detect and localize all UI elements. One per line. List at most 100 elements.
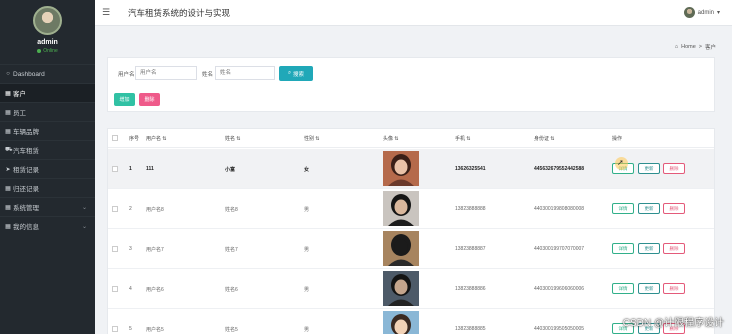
sidebar-username: admin xyxy=(37,39,58,46)
cell-phone: 13823888886 xyxy=(455,286,486,292)
sidebar-item-label: 归还记录 xyxy=(13,186,39,193)
circle-icon: ○ xyxy=(6,71,10,77)
col-username-label: 用户名 xyxy=(146,136,162,142)
cell-gender: 男 xyxy=(304,327,310,333)
sort-icon: ⇅ xyxy=(236,136,241,142)
sidebar-item-7[interactable]: ▦ 系统管理 ⌄ xyxy=(0,197,95,216)
cell-name: 姓名8 xyxy=(225,207,238,213)
name-search-input[interactable] xyxy=(215,66,275,80)
cell-name: 小富 xyxy=(225,167,236,173)
breadcrumb: ⌂ Home > 客户 xyxy=(675,43,716,51)
user-menu[interactable]: admin ▾ xyxy=(683,7,720,18)
menu-toggle-icon[interactable]: ☰ xyxy=(102,7,110,18)
watermark: CSDN @计限程序设计 xyxy=(622,318,724,329)
cell-username: 用户名8 xyxy=(146,207,164,213)
update-button[interactable]: 更新 xyxy=(638,203,660,214)
update-button[interactable]: 更新 xyxy=(638,243,660,254)
row-checkbox[interactable] xyxy=(112,326,118,332)
cell-id-card: 440300199505050005 xyxy=(534,326,585,332)
status-dot-icon xyxy=(37,49,42,53)
avatar-photo xyxy=(383,311,419,334)
cell-index: 1 xyxy=(129,166,132,172)
grid-icon: ▦ xyxy=(5,109,11,116)
cell-index: 2 xyxy=(129,206,132,212)
breadcrumb-home[interactable]: Home xyxy=(681,44,696,50)
cell-id-card: 440300199707070007 xyxy=(534,246,585,252)
col-gender-label: 性别 xyxy=(304,136,315,142)
search-icon: ⌕ xyxy=(287,70,292,76)
delete-button[interactable]: 删除 xyxy=(663,163,685,174)
avatar-photo xyxy=(383,151,419,186)
row-checkbox[interactable] xyxy=(112,246,118,252)
sidebar-item-1[interactable]: ▦ 客户 xyxy=(0,83,95,102)
table-header: 序号 用户名 ⇅ 姓名 ⇅ 性别 ⇅ 头像 ⇅ 手机 ⇅ 身份证 ⇅ 操作 xyxy=(108,129,714,148)
cell-id-card: 445632679552442588 xyxy=(534,166,585,172)
topbar: ☰ 汽车租赁系统的设计与实现 admin ▾ xyxy=(95,0,732,26)
sort-icon: ⇅ xyxy=(466,136,471,142)
row-checkbox[interactable] xyxy=(112,206,118,212)
sidebar-item-label: 租赁记录 xyxy=(13,167,39,174)
table-row[interactable]: 3 用户名7 姓名7 男 13823888887 440300199707070007 详情… xyxy=(108,229,714,269)
row-checkbox[interactable] xyxy=(112,166,118,172)
status-text: Online xyxy=(43,48,58,54)
sidebar-item-5[interactable]: ➤ 租赁记录 xyxy=(0,159,95,178)
detail-button[interactable]: 详情 xyxy=(612,283,634,294)
sidebar-item-6[interactable]: ▦ 归还记录 xyxy=(0,178,95,197)
grid-icon: ▦ xyxy=(5,185,11,192)
sidebar-item-label: 员工 xyxy=(13,110,26,117)
online-status: Online xyxy=(37,48,58,54)
col-username[interactable]: 用户名 ⇅ xyxy=(146,135,167,142)
detail-button[interactable]: 详情 xyxy=(612,203,634,214)
cell-name: 姓名6 xyxy=(225,287,238,293)
cell-gender: 男 xyxy=(304,247,310,253)
update-button[interactable]: 更新 xyxy=(638,163,660,174)
delete-button[interactable]: 删除 xyxy=(663,203,685,214)
cell-id-card: 440300199606060006 xyxy=(534,286,585,292)
sidebar-item-8[interactable]: ▦ 我的信息 ⌄ xyxy=(0,216,95,235)
cell-index: 4 xyxy=(129,286,132,292)
sidebar-item-4[interactable]: ⛟ 汽车租赁 xyxy=(0,140,95,159)
breadcrumb-separator: > xyxy=(698,44,702,50)
col-name-label: 姓名 xyxy=(225,136,236,142)
table-row[interactable]: 4 用户名6 姓名6 男 13823888886 440300199606060006 详情… xyxy=(108,269,714,309)
col-name[interactable]: 姓名 ⇅ xyxy=(225,135,241,142)
cell-phone: 13823888888 xyxy=(455,206,486,212)
search-button[interactable]: ⌕ 搜索 xyxy=(279,66,313,81)
col-idcard[interactable]: 身份证 ⇅ xyxy=(534,135,555,142)
col-idcard-label: 身份证 xyxy=(534,136,550,142)
breadcrumb-current: 客户 xyxy=(704,45,716,51)
search-panel: 用户名 姓名 ⌕搜索 增加 删除 xyxy=(107,57,715,112)
cell-name: 姓名5 xyxy=(225,327,238,333)
cell-username: 111 xyxy=(146,166,154,172)
sidebar-item-label: 客户 xyxy=(13,91,26,98)
username-label: 用户名 xyxy=(118,72,135,78)
delete-button[interactable]: 删除 xyxy=(663,283,685,294)
detail-button[interactable]: 详情 xyxy=(612,243,634,254)
avatar-photo xyxy=(383,231,419,266)
col-photo[interactable]: 头像 ⇅ xyxy=(383,135,399,142)
select-all-checkbox[interactable] xyxy=(112,135,118,141)
sidebar-item-3[interactable]: ▦ 车辆品牌 xyxy=(0,121,95,140)
sidebar-item-2[interactable]: ▦ 员工 xyxy=(0,102,95,121)
batch-delete-button[interactable]: 删除 xyxy=(139,93,160,106)
sidebar-item-0[interactable]: ○ Dashboard xyxy=(0,64,95,83)
mouse-pointer-icon: ➚ xyxy=(617,158,624,167)
cell-phone: 13823888887 xyxy=(455,246,486,252)
delete-button[interactable]: 删除 xyxy=(663,243,685,254)
sidebar-profile: admin Online xyxy=(0,0,95,64)
col-gender[interactable]: 性别 ⇅ xyxy=(304,135,320,142)
avatar xyxy=(33,6,62,35)
sidebar-nav: ○ Dashboard ▦ 客户 ▦ 员工 ▦ 车辆品牌 ⛟ 汽车租赁 ➤ 租赁记录 ▦ 归还记录 ▦ 系统管… xyxy=(0,64,95,235)
sort-icon: ⇅ xyxy=(550,136,555,142)
add-button[interactable]: 增加 xyxy=(114,93,135,106)
row-checkbox[interactable] xyxy=(112,286,118,292)
user-avatar xyxy=(683,7,695,18)
table-row[interactable]: 2 用户名8 姓名8 男 13823888888 440300199808080008 详情… xyxy=(108,189,714,229)
grid-icon: ▦ xyxy=(5,128,11,135)
col-phone[interactable]: 手机 ⇅ xyxy=(455,135,471,142)
update-button[interactable]: 更新 xyxy=(638,283,660,294)
sidebar-item-label: 汽车租赁 xyxy=(13,148,39,155)
caret-down-icon: ▾ xyxy=(716,10,720,16)
username-search-input[interactable] xyxy=(135,66,197,80)
col-actions: 操作 xyxy=(612,136,623,142)
